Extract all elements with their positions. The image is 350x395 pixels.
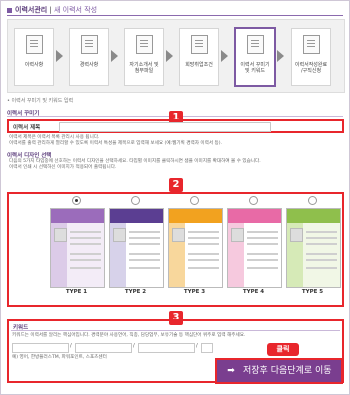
step-label: 자기소개서 및 첨부파일	[129, 62, 159, 74]
header-title: 이력서관리	[15, 6, 48, 14]
step-arrow-icon	[166, 50, 173, 62]
step-wizard: 이력사항 경력사항 자기소개서 및 첨부파일 희망취업조건 이력서 꾸미기 및 …	[7, 19, 345, 93]
step-complete[interactable]: 이력서작성완료 /구직신청	[291, 28, 331, 86]
header-separator: |	[47, 6, 55, 14]
step-desired-conditions[interactable]: 희망취업조건	[179, 28, 219, 86]
header-divider	[7, 15, 343, 16]
resume-doc-icon	[26, 35, 43, 54]
keyword-divider	[11, 330, 340, 331]
type1-thumbnail[interactable]	[50, 208, 105, 288]
type2-label: TYPE 2	[124, 289, 147, 295]
type3-label: TYPE 3	[183, 289, 206, 295]
resume-title-label: 이력서 제목	[13, 125, 41, 131]
step-decorate-keyword[interactable]: 이력서 꾸미기 및 키워드	[234, 27, 276, 87]
header-square-icon	[7, 7, 12, 13]
type4-radio[interactable]	[249, 196, 258, 205]
decorate-pen-icon	[247, 35, 264, 54]
step-experience[interactable]: 경력사항	[69, 28, 109, 86]
arrow-right-icon: ➡	[227, 366, 235, 376]
click-callout: 클릭	[267, 343, 299, 356]
header-subtitle: 새 이력서 작성	[54, 6, 98, 14]
keyword-input-3[interactable]	[138, 343, 195, 353]
step-label: 이력서작성완료 /구직신청	[294, 62, 328, 74]
type2-thumbnail[interactable]	[109, 208, 164, 288]
experience-doc-icon	[81, 35, 98, 54]
type1-label: TYPE 1	[65, 289, 88, 295]
type4-label: TYPE 4	[242, 289, 265, 295]
step-label: 이력서 꾸미기 및 키워드	[240, 62, 270, 74]
save-next-label: 저장후 다음단계로 이동	[243, 366, 332, 376]
keyword-desc: 키워드는 이력서를 알리는 핵심어입니다. 경력분야 사용언어, 직종, 담당업…	[12, 333, 246, 338]
complete-doc-icon	[303, 35, 320, 54]
type5-radio[interactable]	[308, 196, 317, 205]
step-badge-2: 2	[169, 178, 183, 192]
keyword-input-4[interactable]	[201, 343, 213, 353]
step-label: 경력사항	[79, 62, 99, 68]
resume-title-highlight: 이력서 제목	[7, 119, 344, 133]
type1-radio[interactable]	[72, 196, 81, 205]
type2-radio[interactable]	[131, 196, 140, 205]
type3-radio[interactable]	[190, 196, 199, 205]
keyword-input-1[interactable]	[12, 343, 69, 353]
step-cover-letter[interactable]: 자기소개서 및 첨부파일	[124, 28, 164, 86]
save-next-button[interactable]: ➡ 저장후 다음단계로 이동	[215, 358, 343, 384]
step-arrow-icon	[221, 50, 228, 62]
design-heading: 이력서 디자인 선택	[7, 153, 52, 159]
cover-letter-icon	[136, 35, 153, 54]
keyword-example: 예) 영어, 한방플러스TM, 파워포인트, 스포츠센터	[12, 355, 107, 360]
conditions-doc-icon	[191, 35, 208, 54]
step-career-info[interactable]: 이력사항	[14, 28, 54, 86]
page-header: 이력서관리 | 새 이력서 작성	[7, 5, 97, 15]
type4-thumbnail[interactable]	[227, 208, 282, 288]
design-type-selector: TYPE 1 TYPE 2 TYPE 3 TYPE 4 TYPE 5	[7, 192, 344, 307]
type5-thumbnail[interactable]	[286, 208, 341, 288]
page-note: • 이력서 꾸미기 및 키워드 입력	[7, 98, 74, 104]
design-desc-2: 이력서 인쇄 시 선택하신 이미지가 적용되어 출력됩니다.	[9, 165, 117, 170]
step-arrow-icon	[111, 50, 118, 62]
step-arrow-icon	[56, 50, 63, 62]
keyword-input-2[interactable]	[75, 343, 132, 353]
type3-thumbnail[interactable]	[168, 208, 223, 288]
resume-title-desc-2: 이력서를 출력 관리하게 열리할 수 있도록 이력서 특성을 제목으로 입력해 …	[9, 141, 222, 146]
step-label: 희망취업조건	[185, 62, 213, 68]
type5-label: TYPE 5	[301, 289, 324, 295]
step-label: 이력사항	[24, 62, 44, 68]
resume-title-input[interactable]	[59, 122, 271, 132]
step-arrow-icon	[277, 50, 284, 62]
page-frame: 이력서관리 | 새 이력서 작성 이력사항 경력사항 자기소개서 및 첨부파일 …	[0, 0, 350, 395]
